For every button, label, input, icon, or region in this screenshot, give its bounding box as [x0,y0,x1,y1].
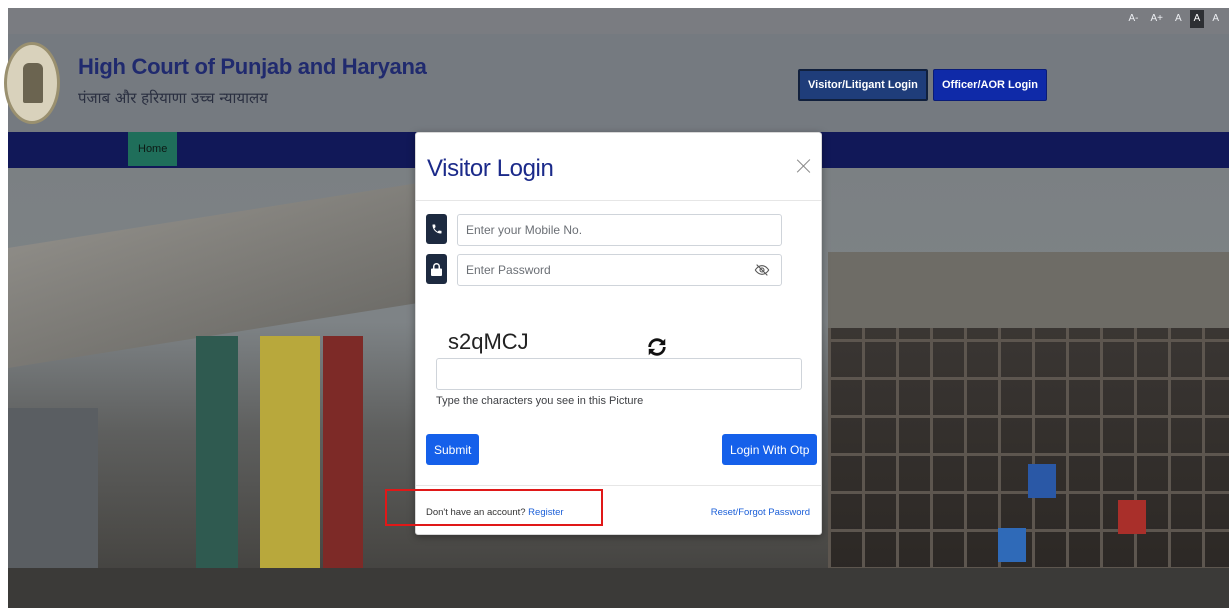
hero-facade-blue-panel-2 [998,528,1026,562]
reset-forgot-password-link[interactable]: Reset/Forgot Password [711,507,810,518]
refresh-captcha-icon[interactable] [646,336,668,358]
visitor-litigant-login-button[interactable]: Visitor/Litigant Login [798,69,928,101]
officer-aor-login-button[interactable]: Officer/AOR Login [933,69,1047,101]
mobile-number-input[interactable] [457,214,782,246]
eye-slash-icon[interactable] [754,262,770,278]
hero-ground [8,568,1229,608]
lock-icon [426,254,447,284]
no-account-text: Don't have an account? [426,507,529,518]
nav-home-link[interactable]: Home [128,132,178,166]
visitor-login-modal: Visitor Login s2qMCJ Type the characters… [415,132,822,535]
captcha-image-text: s2qMCJ [448,329,529,354]
font-size-controls: A- A+ A A A [1124,10,1223,28]
captcha-hint-text: Type the characters you see in this Pict… [436,395,644,407]
accessibility-bar: A- A+ A A A [8,8,1229,34]
font-increase-button[interactable]: A+ [1146,10,1167,28]
emblem-pillar-icon [23,63,43,103]
captcha-input[interactable] [436,358,802,390]
hero-facade-red-panel [1118,500,1146,534]
modal-title: Visitor Login [427,155,554,182]
font-decrease-button[interactable]: A- [1124,10,1142,28]
modal-header-divider [416,200,821,201]
register-link[interactable]: Register [528,507,563,518]
contrast-dark-button[interactable]: A [1189,10,1205,28]
close-icon[interactable] [795,157,813,175]
site-title-english: High Court of Punjab and Haryana [78,54,427,79]
contrast-light-button[interactable]: A [1208,10,1223,28]
submit-button[interactable]: Submit [426,434,480,465]
phone-icon [426,214,447,244]
font-normal-button[interactable]: A [1171,10,1186,28]
modal-footer-divider [416,485,821,486]
site-header: High Court of Punjab and Haryana पंजाब औ… [4,34,1229,132]
login-with-otp-button[interactable]: Login With Otp [722,434,818,465]
hero-roof-right [828,252,1229,332]
hero-facade-blue-panel [1028,464,1056,498]
password-input[interactable] [457,254,782,286]
register-prompt: Don't have an account? Register [426,507,564,518]
top-strip [0,0,1229,8]
court-emblem-logo [4,42,60,124]
site-title-hindi: पंजाब और हरियाणा उच्च न्यायालय [78,89,268,107]
